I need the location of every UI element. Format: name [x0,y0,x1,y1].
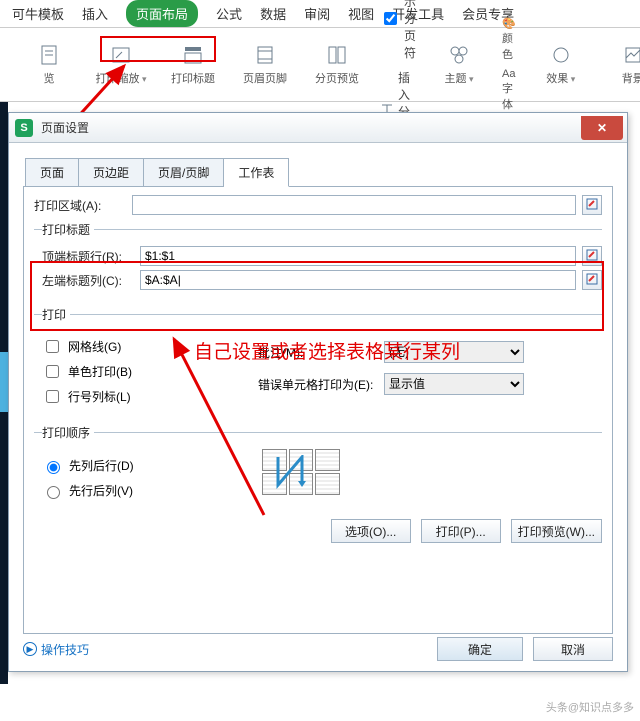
print-area-input[interactable] [132,195,576,215]
comments-select[interactable]: (无) [384,341,524,363]
effects-button[interactable]: 效果 [532,44,590,86]
over-down-radio[interactable] [47,486,60,499]
gridlines-label: 网格线(G) [68,338,121,355]
font-dropdown[interactable]: Aa字体 [502,68,518,112]
title-cols-input[interactable] [140,270,576,290]
print-button[interactable]: 打印(P)... [421,519,501,543]
show-breaks-toggle[interactable]: 显示分页符 [380,0,416,61]
effects-icon [552,44,570,66]
errors-select[interactable]: 显示值 [384,373,524,395]
title-rows-input[interactable] [140,246,576,266]
theme-icon [449,44,469,66]
ribbon-tabs: 可牛模板 插入 页面布局 公式 数据 审阅 视图 开发工具 会员专享 [0,0,640,28]
background-label: 背景 [622,70,640,86]
header-footer-button[interactable]: 页眉页脚 [236,44,294,86]
effects-label: 效果 [546,70,575,86]
range-picker-icon [586,273,598,288]
dialog-tabs: 页面 页边距 页眉/页脚 工作表 [9,143,627,186]
range-picker-icon [586,198,598,213]
close-icon: ✕ [597,121,607,135]
background-icon [624,44,640,66]
down-over-radio[interactable] [47,461,60,474]
preview-edge-label: 览 [44,73,55,85]
page-icon [38,44,60,66]
title-cols-label: 左端标题列(C): [42,272,134,289]
tab-review[interactable]: 审阅 [304,4,330,23]
print-legend: 打印 [42,306,70,323]
down-over-label: 先列后行(D) [69,457,134,474]
bw-label: 单色打印(B) [68,363,132,380]
tips-link[interactable]: ▶ 操作技巧 [23,641,89,658]
options-button[interactable]: 选项(O)... [331,519,411,543]
title-rows-picker[interactable] [582,246,602,266]
page-setup-dialog: S 页面设置 ✕ 页面 页边距 页眉/页脚 工作表 打印区域(A): [8,112,628,672]
background-button[interactable]: 背景 [604,44,640,86]
break-preview-icon [327,44,347,66]
page-break-preview-label: 分页预览 [315,70,359,86]
scale-icon [110,44,132,66]
tab-view[interactable]: 视图 [348,4,374,23]
print-scale-label: 打印缩放 [95,70,146,86]
over-down-label: 先行后列(V) [69,482,133,499]
tab-header-footer[interactable]: 页眉/页脚 [144,158,224,187]
title-cols-picker[interactable] [582,270,602,290]
ribbon-page-layout: 览 打印缩放 打印标题 页眉页脚 分页预览 显示分页符 [0,28,640,102]
page-break-preview-button[interactable]: 分页预览 [308,44,366,86]
wps-logo-icon: S [15,119,33,137]
ok-button[interactable]: 确定 [437,637,523,661]
tab-sheet[interactable]: 工作表 [224,158,289,187]
tab-data[interactable]: 数据 [260,4,286,23]
bw-checkbox[interactable] [46,365,59,378]
show-breaks-checkbox[interactable] [384,12,397,25]
close-button[interactable]: ✕ [581,116,623,140]
tab-page-layout[interactable]: 页面布局 [126,0,198,27]
dialog-title: 页面设置 [41,119,89,136]
print-area-label: 打印区域(A): [34,197,126,214]
show-breaks-label: 显示分页符 [404,0,416,61]
rowcol-checkbox[interactable] [46,390,59,403]
order-legend: 打印顺序 [42,424,94,441]
color-dropdown[interactable]: 🎨颜色 [502,17,518,62]
tab-template[interactable]: 可牛模板 [12,4,64,23]
print-titles-label: 打印标题 [171,70,215,86]
cancel-button[interactable]: 取消 [533,637,613,661]
tab-margins[interactable]: 页边距 [79,158,144,187]
print-preview-edge[interactable]: 览 [20,44,78,86]
titles-icon [183,44,203,66]
titles-legend: 打印标题 [42,221,94,238]
title-rows-label: 顶端标题行(R): [42,248,134,265]
watermark: 头条@知识点多多 [546,699,634,715]
print-preview-button[interactable]: 打印预览(W)... [511,519,602,543]
theme-button[interactable]: 主题 [430,44,488,86]
gridlines-checkbox[interactable] [46,340,59,353]
print-scale-button[interactable]: 打印缩放 [92,44,150,86]
tab-formula[interactable]: 公式 [216,4,242,23]
header-footer-icon [255,44,275,66]
dialog-titlebar: S 页面设置 ✕ [9,113,627,143]
print-titles-button[interactable]: 打印标题 [164,44,222,86]
rowcol-label: 行号列标(L) [68,388,131,405]
play-icon: ▶ [23,642,37,656]
errors-label: 错误单元格打印为(E): [258,376,378,393]
tips-label: 操作技巧 [41,641,89,658]
print-order-preview [262,449,340,495]
tab-insert[interactable]: 插入 [82,4,108,23]
comments-label: 批注(M): [258,344,378,361]
tab-page[interactable]: 页面 [25,158,79,187]
header-footer-label: 页眉页脚 [243,70,287,86]
print-area-picker[interactable] [582,195,602,215]
theme-label: 主题 [445,70,474,86]
range-picker-icon [586,249,598,264]
sheet-panel: 打印区域(A): 打印标题 顶端标题行(R): [23,186,613,634]
editor-left-edge [0,102,8,684]
